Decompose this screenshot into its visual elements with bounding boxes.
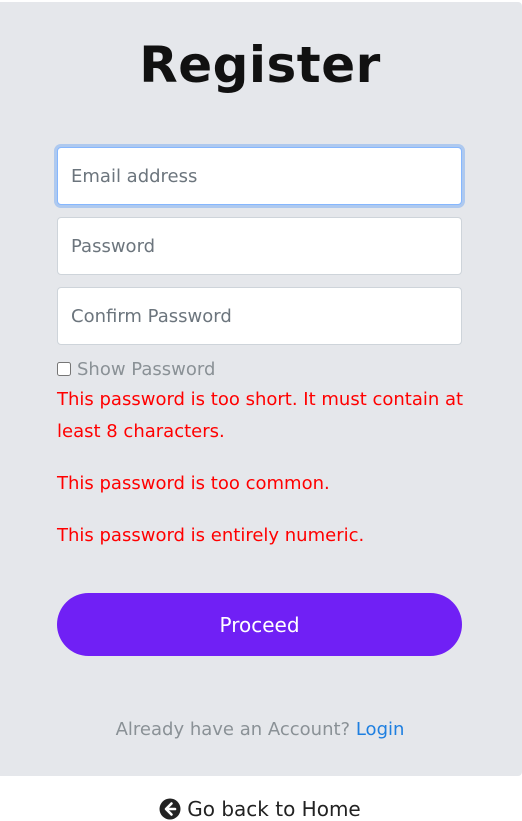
show-password-label[interactable]: Show Password — [77, 359, 215, 380]
error-too-short: This password is too short. It must cont… — [57, 389, 464, 442]
show-password-checkbox[interactable] — [57, 362, 71, 376]
login-link[interactable]: Login — [356, 719, 405, 740]
arrow-circle-left-icon — [159, 798, 181, 820]
error-too-common: This password is too common. — [57, 473, 330, 494]
error-numeric: This password is entirely numeric. — [57, 525, 365, 546]
register-card: Register Show Password This password is … — [0, 2, 522, 776]
email-field[interactable] — [57, 147, 462, 205]
confirm-password-field[interactable] — [57, 287, 462, 345]
already-account-text: Already have an Account? — [115, 719, 351, 740]
page-title: Register — [139, 36, 381, 94]
login-prompt: Already have an Account? Login — [0, 719, 520, 740]
go-back-home-label: Go back to Home — [187, 797, 361, 821]
show-password-row: Show Password — [57, 357, 215, 381]
password-field[interactable] — [57, 217, 462, 275]
go-back-home-link[interactable]: Go back to Home — [0, 797, 520, 821]
proceed-button[interactable]: Proceed — [57, 593, 462, 656]
